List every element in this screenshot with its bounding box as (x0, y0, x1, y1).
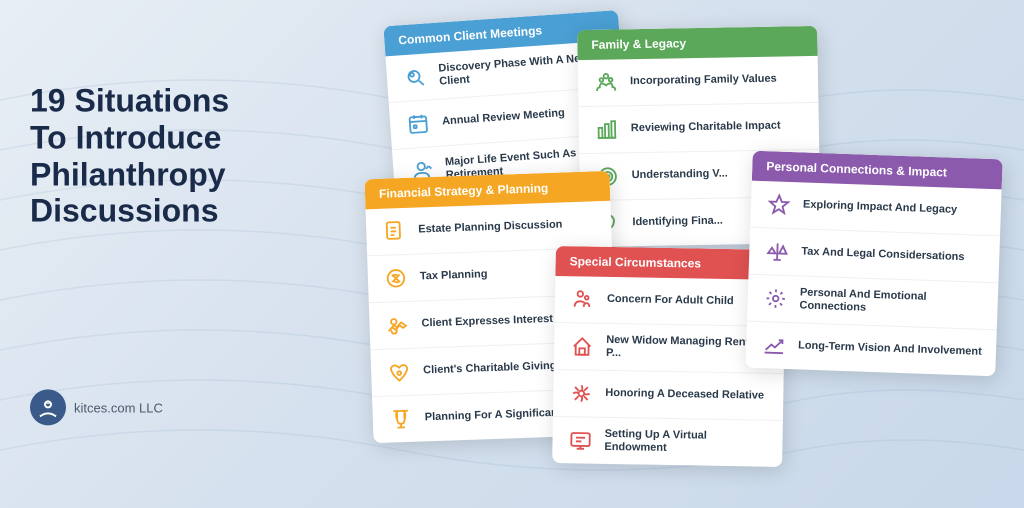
brand-icon (30, 390, 66, 426)
row-label: Annual Review Meeting (442, 107, 565, 129)
row-label: Personal And Emotional Connections (799, 286, 984, 319)
gear-icon (761, 284, 790, 313)
chart-bar-icon (593, 115, 621, 143)
search-icon (400, 62, 430, 92)
list-item: Setting Up A Virtual Endowment (552, 417, 783, 467)
card-family-header: Family & Legacy (577, 26, 817, 60)
list-item: Honoring A Deceased Relative (553, 370, 784, 421)
row-label: Identifying Fina... (632, 215, 723, 230)
row-label: Tax And Legal Considersations (801, 246, 965, 265)
document-icon (380, 217, 409, 246)
row-label: Reviewing Charitable Impact (631, 120, 781, 136)
page-title: 19 Situations To Introduce Philanthropy … (30, 82, 250, 229)
row-label: Tax Planning (420, 269, 488, 285)
row-label: Concern For Adult Child (607, 293, 734, 308)
row-label: Setting Up A Virtual Endowment (604, 428, 768, 457)
row-label: Exploring Impact And Legacy (803, 199, 958, 218)
handshake-icon (383, 311, 412, 340)
cards-area: Common Client Meetings Discovery Phase W… (244, 0, 1024, 508)
list-item: Incorporating Family Values (578, 56, 819, 107)
card-personal-connections: Personal Connections & Impact Exploring … (745, 151, 1002, 377)
calendar-icon (403, 109, 433, 139)
charity-icon (385, 358, 414, 387)
row-label: Long-Term Vision And Involvement (798, 340, 982, 360)
adult-child-icon (569, 285, 597, 313)
trending-up-icon (760, 331, 789, 360)
left-panel: 19 Situations To Introduce Philanthropy … (30, 82, 250, 425)
tax-icon (381, 264, 410, 293)
house-icon (568, 332, 596, 360)
brand-text: kitces.com LLC (74, 400, 163, 415)
row-label: Incorporating Family Values (630, 73, 777, 89)
brand-area: kitces.com LLC (30, 390, 250, 426)
family-icon (592, 68, 620, 96)
trophy-icon (386, 405, 415, 434)
row-label: Honoring A Deceased Relative (605, 387, 764, 403)
scale-icon (763, 237, 792, 266)
star-icon (765, 190, 794, 219)
row-label: Understanding V... (632, 168, 728, 183)
row-label: Estate Planning Discussion (418, 219, 563, 237)
list-item: Long-Term Vision And Involvement (745, 322, 996, 377)
computer-icon (566, 426, 594, 454)
list-item: Reviewing Charitable Impact (578, 103, 819, 154)
flower-icon (567, 379, 595, 407)
